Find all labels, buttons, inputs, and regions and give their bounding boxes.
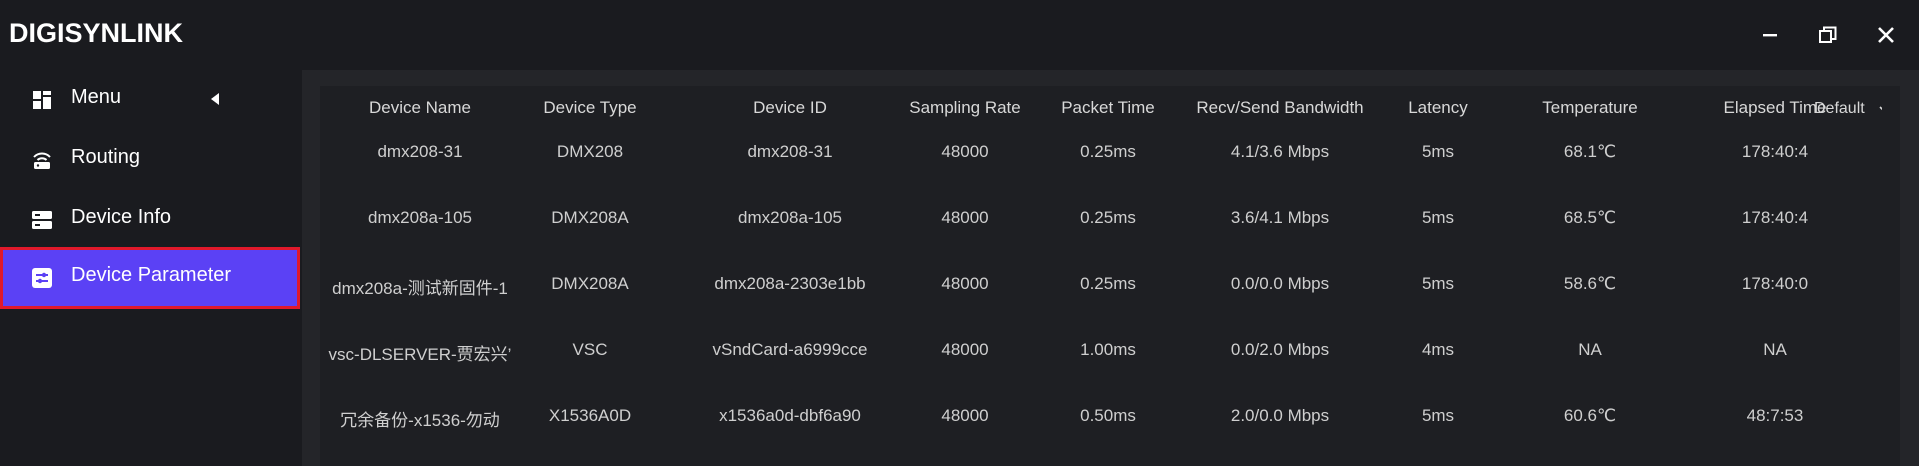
column-header[interactable]: Sampling Rate [895,98,1035,124]
cell-elapsed-time: 48:7:53 [1746,406,1804,425]
cell-device-type: DMX208 [556,142,624,161]
column-header[interactable]: Recv/Send Bandwidth [1180,98,1380,124]
minimize-button[interactable] [1754,19,1786,51]
cell-packet-time: 0.25ms [1080,208,1136,227]
sidebar: Menu Routing Device Info Device Paramete… [0,70,302,466]
cell-latency: 5ms [1421,142,1455,161]
column-header[interactable]: Device Name [340,98,500,124]
cell-device-name: dmx208a-105 [368,208,472,227]
cell-elapsed-time: 178:40:4 [1741,208,1809,227]
cell-temperature: 58.6℃ [1563,274,1617,293]
cell-device-name: dmx208a-测试新固件-1 [332,279,508,298]
sidebar-item-label: Routing [71,146,140,168]
cell-temperature: NA [1578,340,1602,359]
collapse-caret-icon[interactable] [210,92,220,111]
cell-device-id: x1536a0d-dbf6a90 [719,406,861,425]
main-content: Device Name Device Type Device ID Sampli… [302,70,1919,466]
cell-elapsed-time: NA [1763,340,1787,359]
cell-packet-time: 0.50ms [1080,406,1136,425]
cell-latency: 5ms [1421,208,1455,227]
cell-device-type: DMX208A [551,208,629,227]
cell-device-id: dmx208a-105 [738,208,842,227]
cell-device-type: X1536A0D [548,406,632,425]
cell-bandwidth: 2.0/0.0 Mbps [1230,406,1330,425]
restore-button[interactable] [1812,19,1844,51]
table-row[interactable]: vsc-DLSERVER-贾宏兴’ VSC vSndCard-a6999cce … [320,320,1900,386]
router-icon [30,148,54,172]
cell-latency: 4ms [1421,340,1455,359]
cell-latency: 5ms [1421,274,1455,293]
cell-elapsed-time: 178:40:0 [1741,274,1809,293]
cell-sampling-rate: 48000 [941,274,989,293]
app-title: DIGISYNLINK [9,18,184,48]
column-header[interactable]: Device ID [690,98,890,124]
cell-device-type: DMX208A [551,274,629,293]
column-header[interactable]: Device Type [520,98,660,124]
cell-sampling-rate: 48000 [941,340,989,359]
cell-device-name: dmx208-31 [377,142,463,161]
cell-temperature: 68.1℃ [1563,142,1617,161]
sidebar-item-menu[interactable]: Menu [0,70,300,130]
cell-device-id: dmx208a-2303e1bb [714,274,866,293]
cell-bandwidth: 0.0/2.0 Mbps [1230,340,1330,359]
cell-latency: 5ms [1421,406,1455,425]
cell-bandwidth: 4.1/3.6 Mbps [1230,142,1330,161]
cell-bandwidth: 3.6/4.1 Mbps [1230,208,1330,227]
table-row[interactable]: dmx208a-测试新固件-1 DMX208A dmx208a-2303e1bb… [320,254,1900,320]
sidebar-item-label: Device Parameter [71,264,232,286]
sidebar-item-label: Menu [71,86,122,108]
cell-packet-time: 0.25ms [1080,142,1136,161]
column-header[interactable]: Latency [1388,98,1488,124]
column-header[interactable]: Packet Time [1038,98,1178,124]
cell-temperature: 60.6℃ [1563,406,1617,425]
cell-device-id: dmx208-31 [747,142,833,161]
sidebar-item-device-parameter[interactable]: Device Parameter [0,247,300,309]
cell-bandwidth: 0.0/0.0 Mbps [1230,274,1330,293]
cell-temperature: 68.5℃ [1563,208,1617,227]
cell-device-name: 冗余备份-x1536-勿动 [340,411,500,430]
sidebar-item-label: Device Info [71,206,172,228]
sidebar-item-device-info[interactable]: Device Info [0,190,300,250]
cell-sampling-rate: 48000 [941,142,989,161]
cell-device-id: vSndCard-a6999cce [712,340,868,359]
table-scrollbar[interactable] [1882,86,1898,466]
grid-icon [30,88,54,112]
cell-sampling-rate: 48000 [941,208,989,227]
app-window: DIGISYNLINK Menu Routing Device Info Dev… [0,0,1919,466]
cell-packet-time: 0.25ms [1080,274,1136,293]
cell-packet-time: 1.00ms [1080,340,1136,359]
close-icon [1878,27,1894,43]
server-icon [30,208,54,232]
table-row[interactable]: dmx208-31 DMX208 dmx208-31 48000 0.25ms … [320,122,1900,188]
cell-sampling-rate: 48000 [941,406,989,425]
cell-device-type: VSC [572,340,608,359]
column-preset-value: Default [1814,100,1865,117]
table-row[interactable]: dmx208a-105 DMX208A dmx208a-105 48000 0.… [320,188,1900,254]
sidebar-item-routing[interactable]: Routing [0,130,300,190]
cell-device-name: vsc-DLSERVER-贾宏兴’ [328,345,512,364]
close-button[interactable] [1870,19,1902,51]
restore-icon [1819,26,1837,43]
sliders-icon [30,266,54,290]
title-bar: DIGISYNLINK [0,0,1919,70]
table-row[interactable]: 冗余备份-x1536-勿动 X1536A0D x1536a0d-dbf6a90 … [320,386,1900,452]
column-header[interactable]: Temperature [1505,98,1675,124]
minimize-icon [1763,34,1777,37]
device-parameter-table: Device Name Device Type Device ID Sampli… [320,86,1900,466]
cell-elapsed-time: 178:40:4 [1741,142,1809,161]
